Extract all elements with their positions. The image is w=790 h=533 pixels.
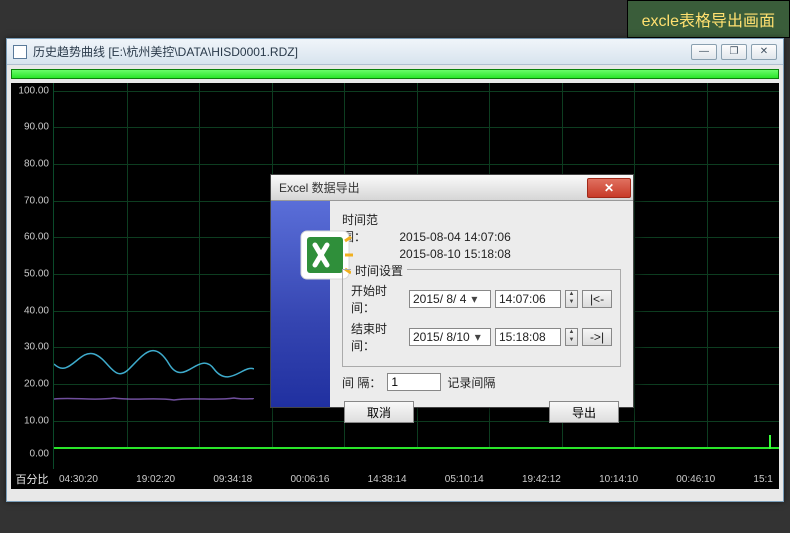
close-button[interactable]: ✕ xyxy=(751,44,777,60)
progress-bar xyxy=(11,69,779,79)
x-tick: 00:46:10 xyxy=(676,474,715,485)
x-axis: 百分比 04:30:20 19:02:20 09:34:18 00:06:16 … xyxy=(11,469,779,489)
y-tick: 100.00 xyxy=(11,85,49,96)
x-tick: 19:42:12 xyxy=(522,474,561,485)
y-tick: 80.00 xyxy=(11,159,49,170)
data-spike xyxy=(769,435,771,449)
y-tick: 10.00 xyxy=(11,415,49,426)
x-tick: 10:14:10 xyxy=(599,474,638,485)
document-icon xyxy=(13,45,27,59)
chevron-down-icon: ▾ xyxy=(472,330,484,344)
titlebar[interactable]: 历史趋势曲线 [E:\杭州美控\DATA\HISD0001.RDZ] — ❐ ✕ xyxy=(7,39,783,65)
start-time-label: 开始时间： xyxy=(351,282,405,316)
y-tick: 0.00 xyxy=(11,448,49,459)
y-tick: 90.00 xyxy=(11,122,49,133)
x-tick: 00:06:16 xyxy=(290,474,329,485)
baseline-trace xyxy=(54,447,779,449)
end-time-picker[interactable]: 15:18:08 xyxy=(495,328,561,346)
y-tick: 60.00 xyxy=(11,232,49,243)
start-time-spinner[interactable]: ▲▼ xyxy=(565,290,578,308)
range-to: 2015-08-10 15:18:08 xyxy=(399,247,510,261)
dialog-sidebar xyxy=(271,201,330,407)
export-button[interactable]: 导出 xyxy=(549,401,619,423)
end-date-picker[interactable]: 2015/ 8/10▾ xyxy=(409,328,491,346)
start-date-picker[interactable]: 2015/ 8/ 4▾ xyxy=(409,290,491,308)
interval-label: 间 隔： xyxy=(342,374,381,391)
dialog-close-button[interactable]: ✕ xyxy=(587,178,631,198)
x-tick: 05:10:14 xyxy=(445,474,484,485)
window-title: 历史趋势曲线 [E:\杭州美控\DATA\HISD0001.RDZ] xyxy=(33,43,691,60)
dialog-titlebar[interactable]: Excel 数据导出 ✕ xyxy=(271,175,633,201)
annotation-badge: excle表格导出画面 xyxy=(627,0,790,38)
end-time-label: 结束时间： xyxy=(351,320,405,354)
y-tick: 20.00 xyxy=(11,379,49,390)
end-time-spinner[interactable]: ▲▼ xyxy=(565,328,578,346)
interval-input[interactable] xyxy=(387,373,441,391)
time-settings-legend: 时间设置 xyxy=(351,262,407,279)
y-tick: 40.00 xyxy=(11,305,49,316)
x-tick: 19:02:20 xyxy=(136,474,175,485)
trend-curves xyxy=(54,269,254,449)
goto-first-button[interactable]: |<- xyxy=(582,290,612,308)
goto-last-button[interactable]: ->| xyxy=(582,328,612,346)
interval-unit: 记录间隔 xyxy=(447,374,495,391)
x-tick: 15:1 xyxy=(753,474,772,485)
y-tick: 50.00 xyxy=(11,269,49,280)
chevron-down-icon: ▾ xyxy=(468,292,480,306)
export-dialog: Excel 数据导出 ✕ 时间范围： 2015-08-04 14:07:06 2… xyxy=(270,174,634,408)
minimize-button[interactable]: — xyxy=(691,44,717,60)
x-tick: 04:30:20 xyxy=(59,474,98,485)
y-axis-label: 百分比 xyxy=(11,471,53,487)
x-tick: 14:38:14 xyxy=(368,474,407,485)
start-time-picker[interactable]: 14:07:06 xyxy=(495,290,561,308)
dialog-title: Excel 数据导出 xyxy=(279,179,587,196)
maximize-button[interactable]: ❐ xyxy=(721,44,747,60)
x-tick: 09:34:18 xyxy=(213,474,252,485)
y-tick: 30.00 xyxy=(11,342,49,353)
cancel-button[interactable]: 取消 xyxy=(344,401,414,423)
time-settings-group: 时间设置 开始时间： 2015/ 8/ 4▾ 14:07:06 ▲▼ |<- 结… xyxy=(342,269,621,367)
y-tick: 70.00 xyxy=(11,195,49,206)
range-from: 2015-08-04 14:07:06 xyxy=(399,230,510,244)
y-axis: 100.00 90.00 80.00 70.00 60.00 50.00 40.… xyxy=(11,83,53,469)
